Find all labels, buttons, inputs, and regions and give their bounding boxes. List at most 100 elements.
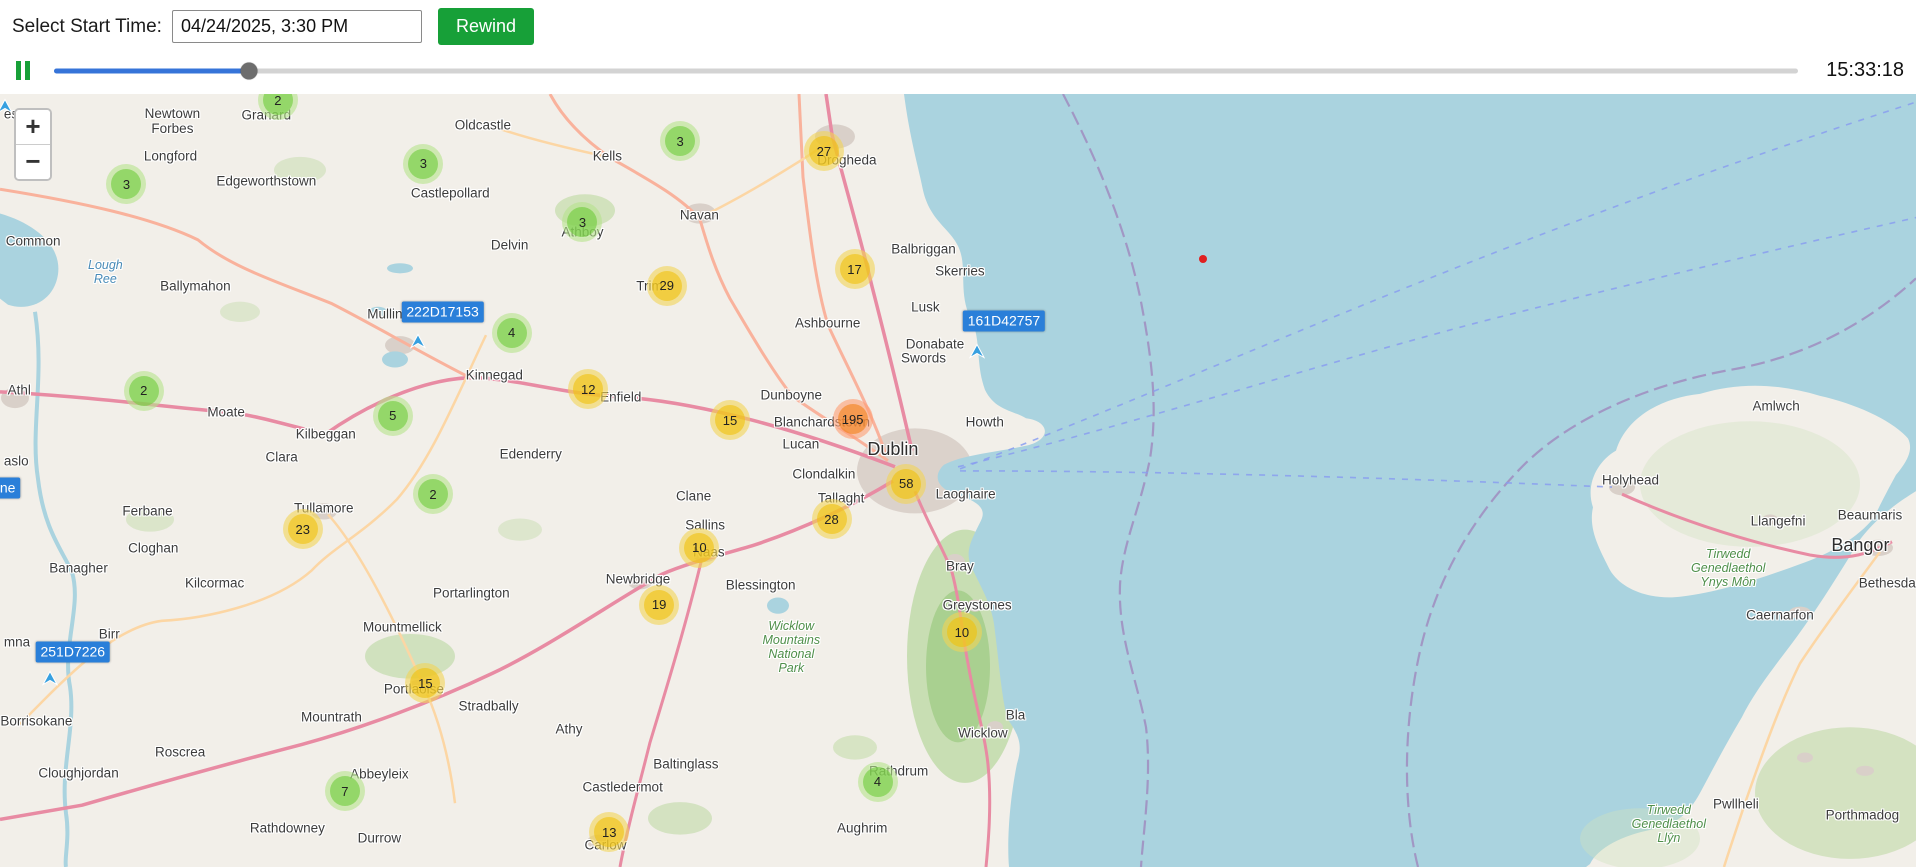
- cluster-marker-10[interactable]: 10: [941, 612, 982, 652]
- aircraft-icon[interactable]: [968, 343, 986, 359]
- slider-fill: [54, 68, 250, 73]
- cluster-marker-3[interactable]: 3: [106, 164, 147, 205]
- place-label: Clondalkin: [792, 465, 856, 481]
- place-label: Caernarfon: [1746, 607, 1814, 623]
- aircraft-icon[interactable]: [41, 670, 59, 687]
- place-label: Bethesda: [1858, 574, 1916, 590]
- place-label: Wicklow Mountains National Park: [762, 618, 821, 675]
- place-label: Blessington: [725, 577, 796, 593]
- red-dot-marker[interactable]: [1199, 254, 1208, 263]
- place-label: Kinnegad: [465, 367, 523, 383]
- cluster-marker-3[interactable]: 3: [660, 121, 701, 162]
- place-label: Tirwedd Genedlaethol Ynys Môn: [1691, 546, 1766, 589]
- place-label: Athy: [555, 721, 583, 737]
- cluster-marker-58[interactable]: 58: [886, 463, 927, 504]
- place-label: Birr: [98, 626, 120, 642]
- place-label: Newbridge: [605, 571, 671, 587]
- place-label: Bla: [1005, 707, 1026, 723]
- cluster-marker-23[interactable]: 23: [282, 509, 323, 550]
- place-label: Pwllheli: [1713, 796, 1759, 812]
- place-label: Mountmellick: [362, 619, 442, 635]
- cluster-marker-3[interactable]: 3: [562, 202, 603, 243]
- cluster-marker-4[interactable]: 4: [857, 761, 898, 802]
- place-label: Clane: [675, 488, 712, 504]
- place-label: Balbriggan: [891, 241, 956, 257]
- place-label: Dublin: [867, 438, 919, 459]
- cluster-marker-15[interactable]: 15: [709, 400, 750, 441]
- place-label: Edgeworthstown: [216, 173, 317, 189]
- zoom-out-button[interactable]: −: [16, 145, 50, 179]
- place-label: Athl: [7, 382, 31, 398]
- place-label: Durrow: [357, 830, 402, 846]
- cluster-marker-195[interactable]: 195: [832, 399, 873, 440]
- place-label: Wicklow: [958, 725, 1008, 741]
- slider-thumb[interactable]: [240, 62, 258, 79]
- rewind-button[interactable]: Rewind: [437, 8, 534, 45]
- place-label: Lusk: [911, 299, 940, 315]
- pause-button[interactable]: [12, 57, 34, 84]
- place-label: Portarlington: [433, 585, 510, 601]
- place-label: Mountrath: [301, 709, 362, 725]
- place-label: Castlepollard: [410, 185, 490, 201]
- cluster-marker-29[interactable]: 29: [646, 265, 687, 306]
- place-label: Porthmadog: [1825, 807, 1900, 823]
- place-label: Rathdowney: [249, 820, 325, 836]
- place-label: Ferbane: [122, 503, 173, 519]
- place-label: Common: [5, 233, 61, 249]
- place-label: Longford: [143, 148, 198, 164]
- cluster-marker-4[interactable]: 4: [491, 312, 532, 353]
- slider-track[interactable]: [54, 68, 1798, 73]
- place-label: Ashbourne: [795, 315, 861, 331]
- place-label: aslo: [3, 453, 29, 469]
- place-label: Amlwch: [1752, 397, 1800, 413]
- topbar: Select Start Time: Rewind: [0, 0, 1916, 51]
- timeline-slider[interactable]: [54, 61, 1798, 81]
- cluster-marker-17[interactable]: 17: [834, 249, 875, 290]
- place-label: Howth: [965, 414, 1004, 430]
- place-label: Tirwedd Genedlaethol Llŷn: [1631, 802, 1707, 845]
- place-label: Llangefni: [1750, 513, 1806, 529]
- cluster-marker-19[interactable]: 19: [639, 584, 680, 625]
- cluster-marker-10[interactable]: 10: [679, 527, 720, 568]
- place-label: Kilcormac: [184, 574, 245, 590]
- cluster-marker-13[interactable]: 13: [589, 812, 630, 853]
- place-label: Holyhead: [1601, 472, 1660, 488]
- cluster-marker-5[interactable]: 5: [372, 395, 413, 436]
- aircraft-label[interactable]: ne: [0, 477, 21, 499]
- place-label: Laoghaire: [935, 486, 996, 502]
- cluster-marker-7[interactable]: 7: [324, 771, 365, 812]
- zoom-in-button[interactable]: +: [16, 110, 50, 145]
- cluster-marker-2[interactable]: 2: [123, 370, 164, 411]
- place-label: Bangor: [1831, 535, 1890, 556]
- aircraft-label[interactable]: 222D17153: [401, 301, 484, 323]
- place-label: Castledermot: [582, 779, 663, 795]
- aircraft-icon[interactable]: [409, 333, 426, 349]
- place-label: Skerries: [935, 263, 985, 279]
- zoom-control: + −: [14, 108, 52, 181]
- cluster-marker-15[interactable]: 15: [405, 663, 446, 704]
- place-label: Newtown Forbes: [144, 105, 201, 137]
- place-label: Edenderry: [499, 446, 562, 462]
- aircraft-label[interactable]: 161D42757: [962, 310, 1046, 332]
- cluster-marker-3[interactable]: 3: [403, 143, 444, 184]
- map-canvas[interactable]: estownNewtown ForbesGranardOldcastleLong…: [0, 94, 1916, 867]
- place-label: Beaumaris: [1837, 506, 1903, 522]
- place-label: Lucan: [782, 436, 820, 452]
- place-label: Navan: [679, 207, 719, 223]
- cluster-marker-12[interactable]: 12: [568, 369, 609, 410]
- place-label: Stradbally: [458, 698, 519, 714]
- cluster-marker-27[interactable]: 27: [803, 131, 844, 172]
- place-label: Bray: [946, 557, 974, 573]
- place-label: Clara: [265, 448, 298, 464]
- cluster-marker-2[interactable]: 2: [413, 474, 454, 515]
- place-label: Cloghan: [128, 540, 179, 556]
- place-label: Borrisokane: [0, 713, 73, 729]
- aircraft-label[interactable]: 251D7226: [35, 641, 111, 663]
- place-label: Swords: [900, 350, 947, 366]
- start-time-label: Select Start Time:: [12, 15, 162, 37]
- aircraft-icon[interactable]: [0, 98, 14, 115]
- place-label: Baltinglass: [653, 756, 719, 772]
- place-label: Greystones: [942, 597, 1012, 613]
- start-time-input[interactable]: [171, 10, 422, 43]
- cluster-marker-28[interactable]: 28: [811, 499, 852, 540]
